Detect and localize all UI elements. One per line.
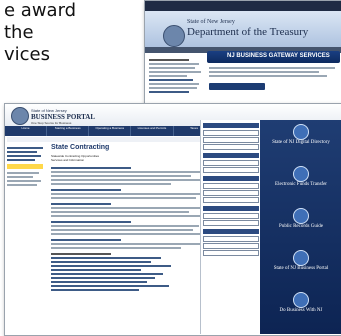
- portal-main-content: State Contracting Statewide Contracting …: [51, 144, 216, 293]
- portal-left-nav: [7, 145, 47, 188]
- gateway-select[interactable]: [203, 236, 259, 242]
- slide-line: e award: [4, 0, 77, 21]
- gateway-select[interactable]: [203, 243, 259, 249]
- slide-line: the: [4, 22, 34, 43]
- do-business-icon: [293, 292, 309, 308]
- gateway-select[interactable]: [203, 250, 259, 256]
- gateway-select[interactable]: [203, 137, 259, 143]
- current-page-highlight[interactable]: [7, 164, 43, 169]
- public-records-icon: [293, 208, 309, 224]
- gateway-section: [203, 176, 259, 203]
- gateway-select[interactable]: [203, 160, 259, 166]
- gateway-select[interactable]: [203, 197, 259, 203]
- gateway-select[interactable]: [203, 130, 259, 136]
- gateway-select[interactable]: [203, 213, 259, 219]
- gateway-section: [203, 123, 259, 150]
- gateway-side-panel: State of NJ Digital Directory Electronic…: [260, 120, 341, 334]
- gateway-select[interactable]: [203, 190, 259, 196]
- funds-transfer-icon: [293, 166, 309, 182]
- gateway-listing: [200, 120, 261, 334]
- treasury-topbar: [145, 1, 341, 11]
- gateway-select[interactable]: [203, 167, 259, 173]
- gateway-link-digital-directory[interactable]: State of NJ Digital Directory: [264, 140, 338, 146]
- gateway-select[interactable]: [203, 183, 259, 189]
- portal-nav-item[interactable]: Operating a Business: [89, 126, 132, 136]
- state-seal-icon: [163, 25, 185, 47]
- business-portal-icon: [293, 250, 309, 266]
- gateway-go-button[interactable]: [209, 83, 265, 90]
- portal-tagline: One Stop Source for Business: [31, 121, 72, 125]
- treasury-banner: State of New Jersey Department of the Tr…: [145, 11, 341, 47]
- slide-line: vices: [4, 44, 51, 65]
- gateway-intro: [209, 65, 339, 93]
- gateway-select[interactable]: [203, 144, 259, 150]
- section-bullet[interactable]: Services and Information: [51, 158, 216, 162]
- gateway-select[interactable]: [203, 220, 259, 226]
- portal-nav-item[interactable]: Starting a Business: [47, 126, 90, 136]
- gateway-link-do-business[interactable]: Do Business With NJ: [264, 308, 338, 314]
- gateway-header: NJ BUSINESS GATEWAY SERVICES: [207, 51, 340, 63]
- portal-seal-icon: [11, 107, 29, 125]
- gateway-link-funds-transfer[interactable]: Electronic Funds Transfer: [264, 182, 338, 188]
- page-title: State Contracting: [51, 144, 110, 151]
- gateway-section: [203, 229, 259, 256]
- digital-directory-icon: [293, 124, 309, 140]
- treasury-left-column: [149, 57, 203, 95]
- portal-nav-item[interactable]: Licenses and Permits: [131, 126, 174, 136]
- gateway-section: [203, 153, 259, 173]
- gateway-header-label: NJ BUSINESS GATEWAY SERVICES: [227, 53, 330, 59]
- gateway-link-public-records[interactable]: Public Records Guide: [264, 224, 338, 230]
- gateway-section: [203, 206, 259, 226]
- treasury-state-label: State of New Jersey: [187, 19, 235, 25]
- portal-nav-item[interactable]: Home: [5, 126, 48, 136]
- portal-site-name: BUSINESS PORTAL: [31, 113, 96, 121]
- gateway-link-business-portal[interactable]: State of NJ Business Portal: [264, 266, 338, 272]
- slide-text: e award the vices: [4, 0, 154, 66]
- treasury-dept-label: Department of the Treasury: [187, 26, 309, 38]
